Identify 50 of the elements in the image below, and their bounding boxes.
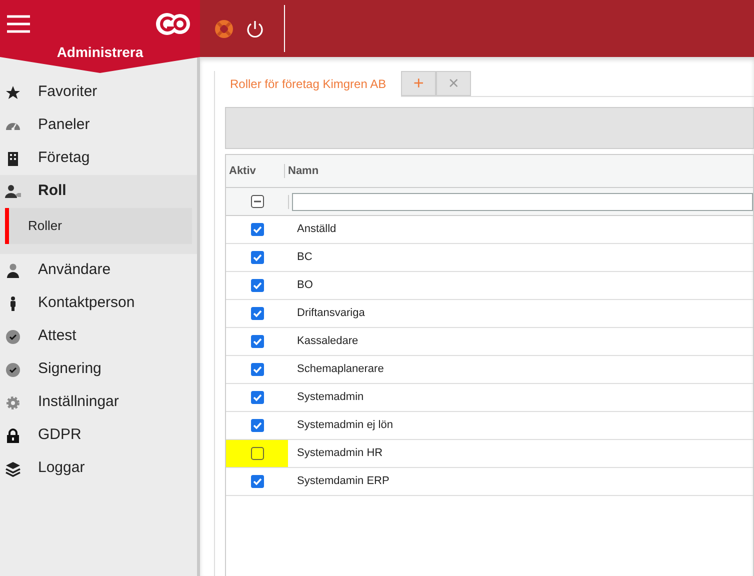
table-cell-text: BO xyxy=(297,278,313,294)
lifebuoy-icon[interactable] xyxy=(214,18,234,38)
table-cell-text: Schemaplanerare xyxy=(297,362,384,378)
checkbox[interactable] xyxy=(250,363,264,376)
table-cell-text: Kassaledare xyxy=(297,334,358,350)
sidebar-item[interactable]: Företag xyxy=(38,147,90,170)
checkbox[interactable] xyxy=(250,307,264,320)
column-header[interactable]: Namn xyxy=(285,162,319,180)
check-circle-icon xyxy=(5,362,21,378)
sidebar-item[interactable]: Användare xyxy=(38,259,111,282)
table-cell-text: Systemadmin ej lön xyxy=(297,418,393,434)
table-cell-text: Systemadmin xyxy=(297,390,364,406)
header-title: Administrera xyxy=(56,43,144,61)
sidebar-item[interactable]: Paneler xyxy=(38,114,90,137)
select-all-checkbox[interactable] xyxy=(250,195,264,208)
sidebar-subitem[interactable]: Roller xyxy=(5,208,192,244)
sidebar-item[interactable]: Loggar xyxy=(38,457,85,480)
power-icon[interactable] xyxy=(246,20,264,38)
filter-input[interactable] xyxy=(292,192,753,210)
sidebar-item[interactable]: Signering xyxy=(38,358,102,381)
sidebar-item[interactable]: Favoriter xyxy=(38,81,98,104)
star-icon xyxy=(5,84,21,100)
lock-icon xyxy=(5,428,21,444)
table-cell-text: Anställd xyxy=(297,222,336,238)
checkbox[interactable] xyxy=(250,251,264,264)
checkbox[interactable] xyxy=(250,391,264,404)
checkbox[interactable] xyxy=(250,223,264,236)
table-cell-text: Systemadmin HR xyxy=(297,446,383,462)
checkbox[interactable] xyxy=(250,447,264,460)
checkbox[interactable] xyxy=(250,475,264,488)
sidebar-item[interactable]: Roll xyxy=(38,180,66,203)
column-header[interactable]: Aktiv xyxy=(226,162,284,180)
menu-icon[interactable] xyxy=(7,15,30,33)
table-cell-text: BC xyxy=(297,250,312,266)
table-cell-text: Driftansvariga xyxy=(297,306,365,322)
sidebar-item[interactable]: Inställningar xyxy=(38,391,119,414)
building-icon xyxy=(5,150,21,166)
sidebar-item[interactable]: Kontaktperson xyxy=(38,292,135,315)
layers-icon xyxy=(5,460,21,476)
sidebar-item[interactable]: GDPR xyxy=(38,424,82,447)
checkbox[interactable] xyxy=(250,279,264,292)
user-tag-icon xyxy=(5,184,21,200)
settings-icon xyxy=(5,394,21,410)
checkbox[interactable] xyxy=(250,419,264,432)
user-icon xyxy=(5,262,21,278)
logo-icon xyxy=(155,12,191,38)
sidebar-item[interactable]: Attest xyxy=(38,325,76,348)
check-circle-icon xyxy=(5,328,21,344)
table-cell-text: Systemdamin ERP xyxy=(297,474,390,490)
checkbox[interactable] xyxy=(250,335,264,348)
